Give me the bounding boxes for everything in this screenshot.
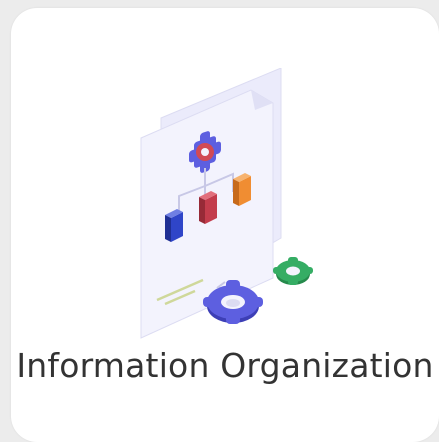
hierarchy-node-left (165, 209, 183, 242)
hierarchy-node-right (233, 173, 251, 206)
card-title: Information Organization (16, 346, 434, 385)
gear-small-icon (273, 257, 313, 285)
info-organization-card[interactable]: Information Organization (11, 8, 439, 442)
hierarchy-node-middle (199, 191, 217, 224)
information-organization-icon (140, 68, 313, 339)
